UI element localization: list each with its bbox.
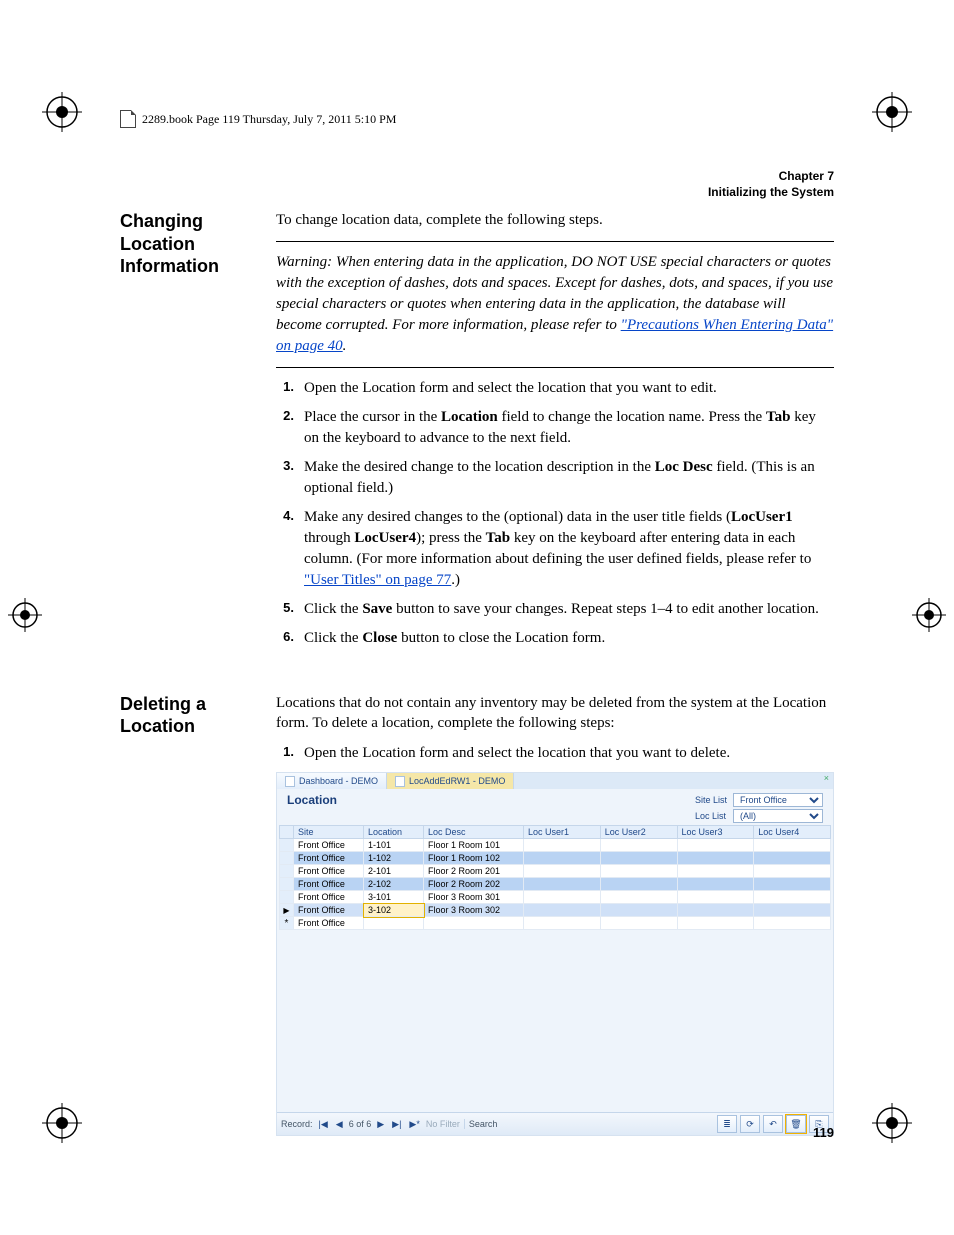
form-title: Location bbox=[287, 793, 337, 807]
tab[interactable]: Dashboard - DEMO bbox=[277, 773, 387, 789]
location-form-screenshot: Dashboard - DEMOLocAddEdRW1 - DEMO × Loc… bbox=[276, 772, 834, 1136]
cell-locdesc[interactable]: Floor 3 Room 301 bbox=[424, 891, 524, 904]
steps-list: 1. Open the Location form and select the… bbox=[276, 743, 834, 764]
cell-location[interactable] bbox=[364, 917, 424, 930]
cell-locdesc[interactable]: Floor 2 Room 202 bbox=[424, 878, 524, 891]
steps-list: 1.Open the Location form and select the … bbox=[276, 378, 834, 649]
location-grid[interactable]: SiteLocationLoc DescLoc User1Loc User2Lo… bbox=[279, 825, 831, 930]
column-header[interactable]: Loc User4 bbox=[754, 826, 831, 839]
tab[interactable]: LocAddEdRW1 - DEMO bbox=[387, 773, 514, 789]
divider bbox=[276, 367, 834, 368]
nav-prev-button[interactable]: ◀ bbox=[334, 1119, 345, 1130]
cell-location[interactable]: 1-102 bbox=[364, 852, 424, 865]
step-item: 1. Open the Location form and select the… bbox=[276, 743, 834, 764]
toolbar-refresh-icon[interactable]: ⟳ bbox=[740, 1115, 760, 1133]
record-position: 6 of 6 bbox=[349, 1119, 372, 1129]
table-row[interactable]: Front Office2-102Floor 2 Room 202 bbox=[280, 878, 831, 891]
cell-locdesc[interactable]: Floor 1 Room 101 bbox=[424, 839, 524, 852]
cell-location[interactable]: 3-102 bbox=[364, 904, 424, 917]
cell-site[interactable]: Front Office bbox=[294, 852, 364, 865]
column-header[interactable]: Loc Desc bbox=[424, 826, 524, 839]
table-row[interactable]: Front Office bbox=[280, 917, 831, 930]
intro-text: To change location data, complete the fo… bbox=[276, 210, 834, 230]
crop-mark-icon bbox=[872, 1103, 912, 1143]
step-item: 2.Place the cursor in the Location field… bbox=[276, 407, 834, 449]
step-item: 6.Click the Close button to close the Lo… bbox=[276, 628, 834, 649]
toolbar-delete-icon[interactable]: 🗑 bbox=[786, 1115, 806, 1133]
column-header[interactable]: Loc User2 bbox=[600, 826, 677, 839]
intro-text: Locations that do not contain any invent… bbox=[276, 693, 834, 734]
chapter-header: Chapter 7 Initializing the System bbox=[120, 168, 834, 200]
cell-site[interactable]: Front Office bbox=[294, 878, 364, 891]
warning-text: Warning: When entering data in the appli… bbox=[276, 252, 834, 357]
cell-location[interactable]: 2-102 bbox=[364, 878, 424, 891]
table-row[interactable]: Front Office2-101Floor 2 Room 201 bbox=[280, 865, 831, 878]
cell-site[interactable]: Front Office bbox=[294, 891, 364, 904]
crop-mark-icon bbox=[912, 598, 946, 632]
loc-list-select[interactable]: (All) bbox=[733, 809, 823, 823]
no-filter-label: No Filter bbox=[426, 1119, 460, 1129]
cell-site[interactable]: Front Office bbox=[294, 917, 364, 930]
cell-site[interactable]: Front Office bbox=[294, 839, 364, 852]
cell-site[interactable]: Front Office bbox=[294, 865, 364, 878]
nav-next-button[interactable]: ▶ bbox=[375, 1119, 386, 1130]
table-row[interactable]: Front Office1-101Floor 1 Room 101 bbox=[280, 839, 831, 852]
site-list-label: Site List bbox=[695, 795, 727, 805]
table-row[interactable]: Front Office3-102Floor 3 Room 302 bbox=[280, 904, 831, 917]
crop-mark-icon bbox=[42, 92, 82, 132]
table-row[interactable]: Front Office1-102Floor 1 Room 102 bbox=[280, 852, 831, 865]
cell-locdesc[interactable] bbox=[424, 917, 524, 930]
loc-list-label: Loc List bbox=[695, 811, 727, 821]
divider bbox=[276, 241, 834, 242]
step-item: 3.Make the desired change to the locatio… bbox=[276, 457, 834, 499]
nav-last-button[interactable]: ▶| bbox=[390, 1119, 403, 1130]
cell-location[interactable]: 3-101 bbox=[364, 891, 424, 904]
toolbar-list-icon[interactable]: ≣ bbox=[717, 1115, 737, 1133]
cell-locdesc[interactable]: Floor 1 Room 102 bbox=[424, 852, 524, 865]
column-header[interactable]: Location bbox=[364, 826, 424, 839]
column-header[interactable]: Loc User3 bbox=[677, 826, 754, 839]
cell-locdesc[interactable]: Floor 2 Room 201 bbox=[424, 865, 524, 878]
search-label[interactable]: Search bbox=[464, 1119, 498, 1129]
framemaker-header: 2289.book Page 119 Thursday, July 7, 201… bbox=[120, 110, 834, 128]
cell-site[interactable]: Front Office bbox=[294, 904, 364, 917]
user-titles-link[interactable]: "User Titles" on page 77 bbox=[304, 572, 451, 588]
close-icon[interactable]: × bbox=[820, 773, 833, 789]
toolbar-undo-icon[interactable]: ↶ bbox=[763, 1115, 783, 1133]
cell-location[interactable]: 2-101 bbox=[364, 865, 424, 878]
crop-mark-icon bbox=[8, 598, 42, 632]
form-icon bbox=[285, 776, 295, 787]
nav-first-button[interactable]: |◀ bbox=[317, 1119, 330, 1130]
tab-strip: Dashboard - DEMOLocAddEdRW1 - DEMO × bbox=[277, 773, 833, 789]
site-list-select[interactable]: Front Office bbox=[733, 793, 823, 807]
cell-locdesc[interactable]: Floor 3 Room 302 bbox=[424, 904, 524, 917]
column-header[interactable]: Site bbox=[294, 826, 364, 839]
section-heading-changing: Changing Location Information bbox=[120, 210, 250, 656]
status-bar: Record: |◀ ◀ 6 of 6 ▶ ▶| ▶* No Filter Se… bbox=[277, 1112, 833, 1135]
cell-location[interactable]: 1-101 bbox=[364, 839, 424, 852]
header-text: 2289.book Page 119 Thursday, July 7, 201… bbox=[142, 112, 396, 127]
page-icon bbox=[120, 110, 136, 128]
section-heading-deleting: Deleting a Location bbox=[120, 693, 250, 1137]
crop-mark-icon bbox=[872, 92, 912, 132]
step-item: 4.Make any desired changes to the (optio… bbox=[276, 507, 834, 591]
table-row[interactable]: Front Office3-101Floor 3 Room 301 bbox=[280, 891, 831, 904]
column-header[interactable]: Loc User1 bbox=[524, 826, 601, 839]
form-icon bbox=[395, 776, 405, 787]
step-item: 5.Click the Save button to save your cha… bbox=[276, 599, 834, 620]
step-item: 1.Open the Location form and select the … bbox=[276, 378, 834, 399]
nav-new-button[interactable]: ▶* bbox=[407, 1119, 421, 1130]
crop-mark-icon bbox=[42, 1103, 82, 1143]
page-number: 119 bbox=[813, 1125, 834, 1140]
